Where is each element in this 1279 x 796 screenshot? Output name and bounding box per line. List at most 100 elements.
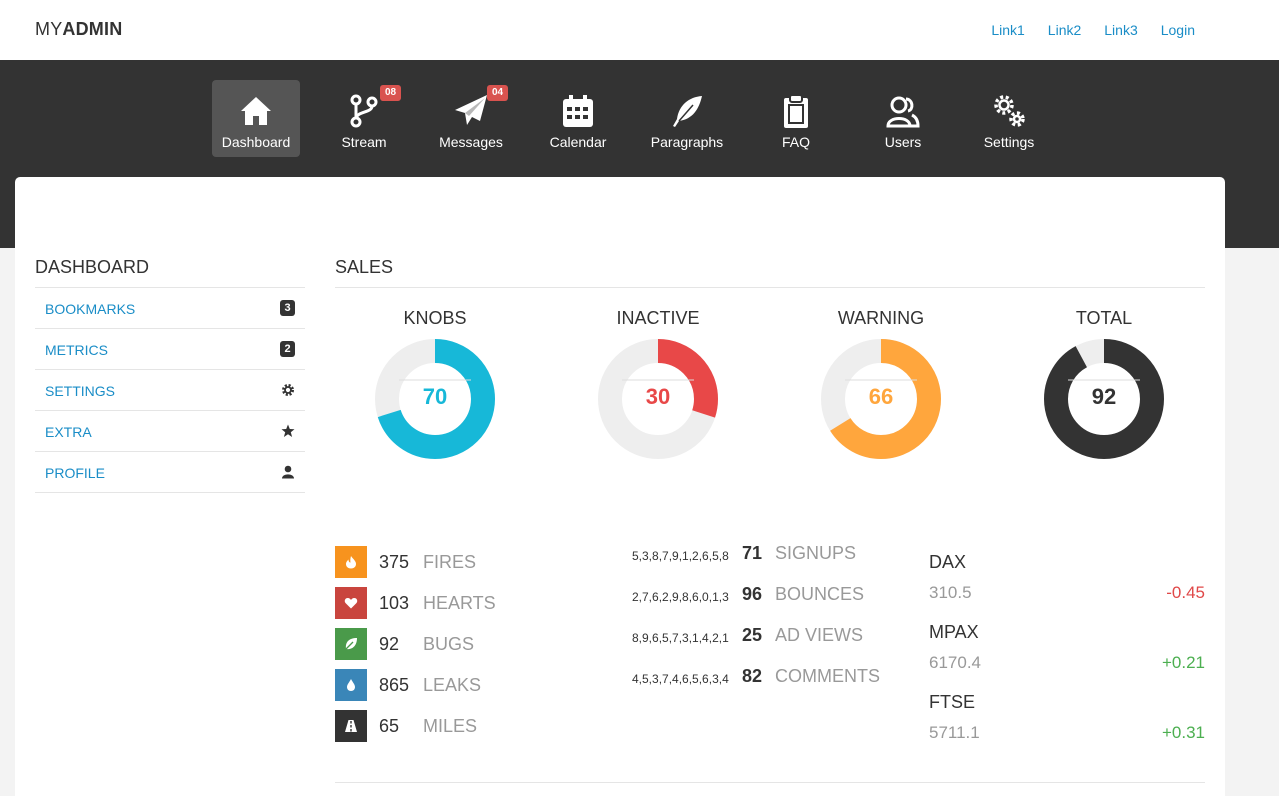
spark-sequence: 5,3,8,7,9,1,2,6,5,8 bbox=[632, 549, 729, 563]
stat-value: 92 bbox=[379, 634, 400, 654]
top-link-2[interactable]: Link2 bbox=[1048, 22, 1081, 38]
spark-signups: 5,3,8,7,9,1,2,6,5,8 71 SIGNUPS bbox=[632, 543, 912, 567]
sidebar-item-label[interactable]: METRICS bbox=[45, 342, 108, 358]
sidebar-item-profile[interactable]: PROFILE bbox=[35, 452, 305, 493]
donut-label: TOTAL bbox=[1075, 308, 1133, 328]
spark-label: AD VIEWS bbox=[775, 625, 864, 645]
nav-users-label: Users bbox=[884, 134, 922, 150]
sidebar-menu: BOOKMARKS 3 METRICS 2 SETTINGS EXTRA PRO… bbox=[35, 287, 305, 493]
stat-label: LEAKS bbox=[423, 675, 482, 695]
leaf-icon bbox=[335, 628, 367, 660]
spark-label: BOUNCES bbox=[775, 584, 865, 604]
section-divider bbox=[335, 782, 1205, 783]
stat-value: 865 bbox=[379, 675, 410, 695]
stat-miles: 65 MILES bbox=[335, 710, 595, 742]
top-link-3[interactable]: Link3 bbox=[1104, 22, 1137, 38]
nav-messages[interactable]: 04 Messages bbox=[427, 80, 515, 157]
spark-sequence: 4,5,3,7,4,6,5,6,3,4 bbox=[632, 672, 729, 686]
ticker-name: FTSE bbox=[929, 692, 976, 712]
sales-title: SALES bbox=[335, 257, 394, 277]
ticker-change: +0.21 bbox=[1161, 653, 1205, 672]
stat-hearts: 103 HEARTS bbox=[335, 587, 595, 619]
top-bar: MYADMIN Link1 Link2 Link3 Login bbox=[0, 0, 1279, 60]
donut-label: KNOBS bbox=[403, 308, 467, 328]
clipboard-icon bbox=[784, 94, 808, 128]
ticker-name: DAX bbox=[929, 552, 967, 572]
nav-faq[interactable]: FAQ bbox=[752, 80, 840, 157]
spark-value: 71 bbox=[742, 543, 763, 563]
donut-label: INACTIVE bbox=[616, 308, 700, 328]
spark-label: SIGNUPS bbox=[775, 543, 857, 563]
nav-users[interactable]: Users bbox=[859, 80, 947, 157]
nav-dashboard[interactable]: Dashboard bbox=[212, 80, 300, 157]
sidebar-item-metrics[interactable]: METRICS 2 bbox=[35, 329, 305, 370]
nav-settings-label: Settings bbox=[983, 134, 1035, 150]
stat-bugs: 92 BUGS bbox=[335, 628, 595, 660]
donut-inactive: INACTIVE 30 bbox=[558, 308, 758, 459]
spark-bounces: 2,7,6,2,9,8,6,0,1,3 96 BOUNCES bbox=[632, 584, 912, 608]
nav-stream-label: Stream bbox=[341, 134, 387, 150]
spark-ad-views: 8,9,6,5,7,3,1,4,2,1 25 AD VIEWS bbox=[632, 625, 912, 649]
user-icon bbox=[282, 465, 294, 479]
sidebar-item-bookmarks[interactable]: BOOKMARKS 3 bbox=[35, 288, 305, 329]
top-link-1[interactable]: Link1 bbox=[991, 22, 1024, 38]
ticker-change: -0.45 bbox=[1166, 583, 1205, 602]
sidebar-item-label[interactable]: PROFILE bbox=[45, 465, 105, 481]
users-icon bbox=[886, 96, 920, 128]
ticker-value: 6170.4 bbox=[929, 653, 981, 672]
ticker-change: +0.31 bbox=[1161, 723, 1205, 742]
sidebar-item-label[interactable]: SETTINGS bbox=[45, 383, 115, 399]
gears-icon bbox=[994, 95, 1025, 127]
nav-calendar[interactable]: Calendar bbox=[534, 80, 622, 157]
sidebar-title: DASHBOARD bbox=[35, 257, 150, 277]
stat-label: MILES bbox=[423, 716, 478, 736]
ticker-name: MPAX bbox=[929, 622, 979, 642]
stat-value: 375 bbox=[379, 552, 410, 572]
donut-label: WARNING bbox=[837, 308, 925, 328]
sidebar-item-extra[interactable]: EXTRA bbox=[35, 411, 305, 452]
spark-comments: 4,5,3,7,4,6,5,6,3,4 82 COMMENTS bbox=[632, 666, 912, 690]
spark-value: 82 bbox=[742, 666, 763, 686]
nav-calendar-label: Calendar bbox=[549, 134, 607, 150]
top-links: Link1 Link2 Link3 Login bbox=[991, 22, 1195, 38]
nav-dashboard-label: Dashboard bbox=[221, 134, 291, 150]
donut-value: 66 bbox=[868, 384, 894, 409]
sidebar-item-label[interactable]: EXTRA bbox=[45, 424, 92, 440]
sidebar-item-settings[interactable]: SETTINGS bbox=[35, 370, 305, 411]
messages-badge: 04 bbox=[487, 85, 509, 101]
calendar-icon bbox=[563, 95, 593, 127]
donut-value: 30 bbox=[645, 384, 671, 409]
paper-plane-icon bbox=[455, 95, 487, 125]
donut-knobs: KNOBS 70 bbox=[335, 308, 535, 459]
nav-stream[interactable]: 08 Stream bbox=[320, 80, 408, 157]
stat-label: FIRES bbox=[423, 552, 477, 572]
login-link[interactable]: Login bbox=[1161, 22, 1195, 38]
sales-divider bbox=[335, 287, 1205, 288]
gear-icon bbox=[282, 384, 294, 396]
donut-value: 92 bbox=[1091, 384, 1117, 409]
stat-fires: 375 FIRES bbox=[335, 546, 595, 578]
nav-paragraphs-label: Paragraphs bbox=[650, 134, 724, 150]
brand-logo[interactable]: MYADMIN bbox=[35, 19, 122, 40]
feather-icon bbox=[673, 96, 702, 127]
stat-label: HEARTS bbox=[423, 593, 496, 613]
spark-label: COMMENTS bbox=[775, 666, 880, 686]
spark-value: 25 bbox=[742, 625, 763, 645]
nav-settings[interactable]: Settings bbox=[965, 80, 1053, 157]
stat-value: 65 bbox=[379, 716, 400, 736]
spark-sequence: 2,7,6,2,9,8,6,0,1,3 bbox=[632, 590, 729, 604]
donut-total: TOTAL 92 bbox=[1004, 308, 1204, 459]
stat-label: BUGS bbox=[423, 634, 475, 654]
bookmarks-count-badge: 3 bbox=[280, 300, 295, 316]
ticker-value: 310.5 bbox=[929, 583, 972, 602]
nav-paragraphs[interactable]: Paragraphs bbox=[643, 80, 731, 157]
donut-value: 70 bbox=[422, 384, 448, 409]
drop-icon bbox=[335, 669, 367, 701]
stream-badge: 08 bbox=[380, 85, 402, 101]
road-icon bbox=[335, 710, 367, 742]
nav-messages-label: Messages bbox=[439, 134, 503, 150]
nav-faq-label: FAQ bbox=[781, 134, 810, 150]
metrics-count-badge: 2 bbox=[280, 341, 295, 357]
spark-sequence: 8,9,6,5,7,3,1,4,2,1 bbox=[632, 631, 729, 645]
sidebar-item-label[interactable]: BOOKMARKS bbox=[45, 301, 135, 317]
